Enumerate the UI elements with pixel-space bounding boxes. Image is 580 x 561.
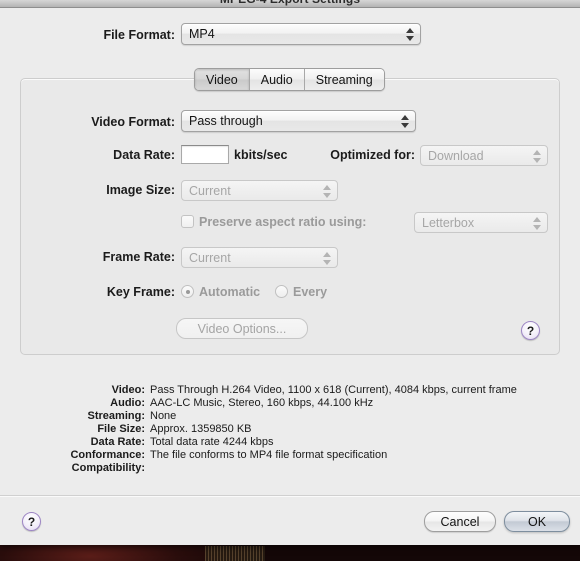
window-titlebar: MPEG-4 Export Settings	[0, 0, 580, 8]
aspect-mode-value: Letterbox	[422, 216, 475, 230]
summary-row: Data Rate: Total data rate 4244 kbps	[0, 436, 580, 449]
summary-row: Streaming: None	[0, 410, 580, 423]
file-format-value: MP4	[189, 27, 215, 41]
key-frame-automatic-radio[interactable]	[181, 285, 194, 298]
image-size-label: Image Size:	[106, 183, 175, 197]
summary-row: Compatibility:	[0, 462, 580, 475]
video-options-button[interactable]: Video Options...	[176, 318, 308, 339]
settings-summary: Video: Pass Through H.264 Video, 1100 x …	[0, 384, 580, 475]
summary-row: File Size: Approx. 1359850 KB	[0, 423, 580, 436]
summary-key: Compatibility:	[71, 462, 145, 474]
optimized-for-label: Optimized for:	[330, 148, 415, 162]
export-settings-dialog: MPEG-4 Export Settings File Format: MP4 …	[0, 0, 580, 545]
frame-rate-label: Frame Rate:	[102, 250, 175, 264]
key-frame-label: Key Frame:	[106, 285, 175, 299]
key-frame-every-radio[interactable]	[275, 285, 288, 298]
summary-value: Pass Through H.264 Video, 1100 x 618 (Cu…	[150, 384, 517, 396]
summary-key: Data Rate:	[90, 436, 145, 448]
image-size-popup[interactable]: Current	[181, 180, 338, 201]
summary-value: AAC-LC Music, Stereo, 160 kbps, 44.100 k…	[150, 397, 374, 409]
key-frame-automatic-label: Automatic	[199, 285, 261, 299]
key-frame-every-label: Every	[293, 285, 328, 299]
summary-key: Streaming:	[87, 410, 145, 422]
summary-key: File Size:	[97, 423, 145, 435]
frame-rate-value: Current	[189, 251, 231, 265]
summary-row: Conformance: The file conforms to MP4 fi…	[0, 449, 580, 462]
cancel-button[interactable]: Cancel	[424, 511, 496, 532]
summary-value: The file conforms to MP4 file format spe…	[150, 449, 388, 461]
summary-key: Audio:	[110, 397, 145, 409]
footer-help-button[interactable]: ?	[22, 512, 41, 531]
summary-value: Approx. 1359850 KB	[150, 423, 252, 435]
ok-button[interactable]: OK	[504, 511, 570, 532]
summary-key: Video:	[111, 384, 145, 396]
tab-video[interactable]: Video	[195, 69, 250, 90]
frame-rate-popup[interactable]: Current	[181, 247, 338, 268]
video-format-value: Pass through	[189, 114, 263, 128]
optimized-for-value: Download	[428, 149, 484, 163]
preserve-aspect-ratio-label: Preserve aspect ratio using:	[199, 215, 367, 229]
window-title: MPEG-4 Export Settings	[0, 0, 580, 6]
summary-value: None	[150, 410, 177, 422]
chevron-updown-icon	[398, 112, 412, 131]
summary-row: Audio: AAC-LC Music, Stereo, 160 kbps, 4…	[0, 397, 580, 410]
optimized-for-popup[interactable]: Download	[420, 145, 548, 166]
tab-streaming[interactable]: Streaming	[304, 69, 384, 90]
footer-divider	[0, 495, 580, 496]
preserve-aspect-ratio-checkbox[interactable]	[181, 215, 194, 228]
chevron-updown-icon	[530, 147, 544, 166]
settings-tabbar: Video Audio Streaming	[194, 68, 385, 91]
file-format-popup[interactable]: MP4	[181, 23, 421, 45]
summary-key: Conformance:	[70, 449, 145, 461]
video-format-label: Video Format:	[91, 115, 175, 129]
file-format-label: File Format:	[103, 28, 175, 42]
summary-row: Video: Pass Through H.264 Video, 1100 x …	[0, 384, 580, 397]
chevron-updown-icon	[320, 249, 334, 268]
image-size-value: Current	[189, 184, 231, 198]
aspect-mode-popup[interactable]: Letterbox	[414, 212, 548, 233]
summary-value: Total data rate 4244 kbps	[150, 436, 274, 448]
tab-audio[interactable]: Audio	[249, 69, 305, 90]
video-format-popup[interactable]: Pass through	[181, 110, 416, 132]
chevron-updown-icon	[530, 214, 544, 233]
backdrop-filmstrip	[205, 546, 265, 561]
data-rate-label: Data Rate:	[113, 148, 175, 162]
chevron-updown-icon	[403, 25, 417, 44]
chevron-updown-icon	[320, 182, 334, 201]
panel-help-button[interactable]: ?	[521, 321, 540, 340]
